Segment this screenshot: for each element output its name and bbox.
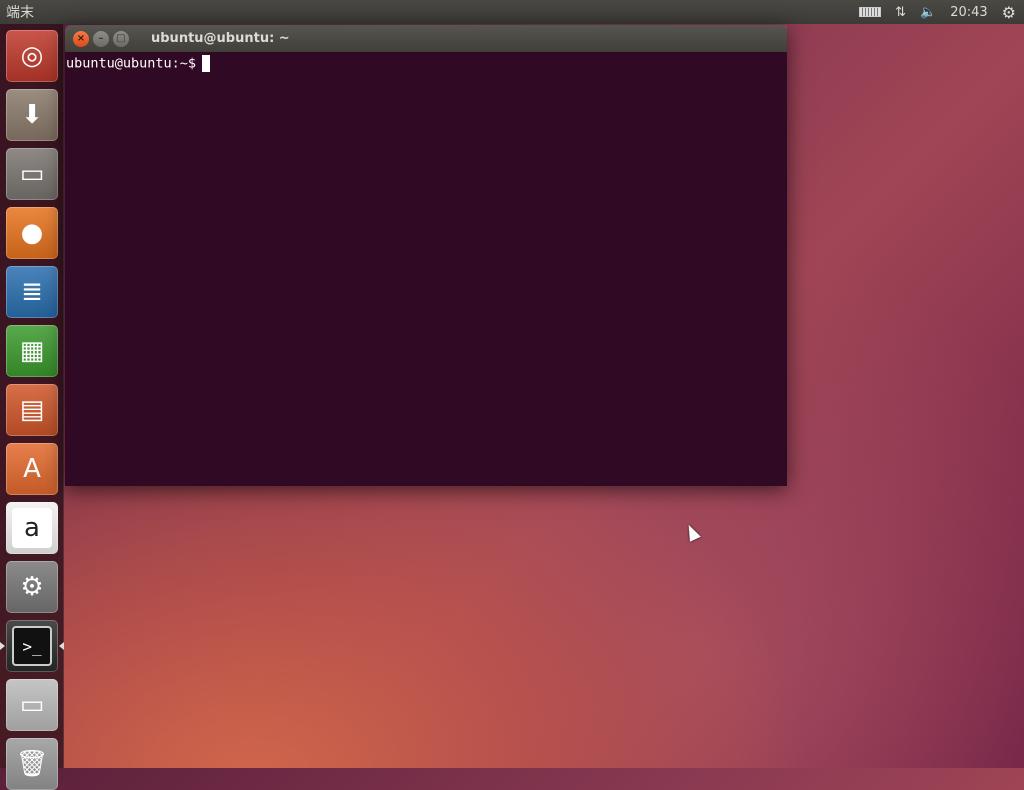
power-gear-icon[interactable]: ⚙ (1002, 3, 1016, 22)
running-indicator (0, 642, 5, 650)
network-icon[interactable]: ⇅ (895, 5, 906, 20)
close-button[interactable]: × (73, 30, 89, 47)
launcher-item-system-settings[interactable]: ⚙ (6, 561, 58, 613)
files-icon: ▭ (19, 159, 45, 189)
firefox-icon: ● (20, 218, 44, 248)
launcher-item-libreoffice-writer[interactable]: ≣ (6, 266, 58, 318)
terminal-icon: >_ (12, 626, 52, 666)
launcher-item-trash[interactable]: 🗑 (6, 738, 58, 790)
libreoffice-calc-icon: ▦ (19, 336, 45, 366)
window-titlebar[interactable]: × – □ ubuntu@ubuntu: ~ (65, 25, 787, 52)
window-title: ubuntu@ubuntu: ~ (151, 31, 290, 46)
launcher: ◎ ⬇ ▭ ● ≣ ▦ ▤ Aa ⚙ >_ ▭ 🗑 (0, 24, 64, 790)
minimize-button[interactable]: – (93, 30, 109, 47)
dash-home-icon: ◎ (20, 41, 44, 71)
trash-icon: 🗑 (15, 749, 49, 779)
libreoffice-writer-icon: ≣ (21, 277, 43, 307)
keyboard-icon[interactable] (859, 7, 882, 17)
terminal-window: × – □ ubuntu@ubuntu: ~ ubuntu@ubuntu:~$ (65, 25, 787, 486)
focused-indicator (59, 642, 64, 650)
libreoffice-impress-icon: ▤ (19, 395, 45, 425)
launcher-item-drive[interactable]: ▭ (6, 679, 58, 731)
launcher-item-dash-home[interactable]: ◎ (6, 30, 58, 82)
shell-prompt: ubuntu@ubuntu:~$ (66, 55, 197, 72)
system-settings-icon: ⚙ (20, 572, 44, 602)
text-cursor (202, 55, 211, 72)
launcher-item-ubuntu-software-center[interactable]: A (6, 443, 58, 495)
launcher-item-libreoffice-impress[interactable]: ▤ (6, 384, 58, 436)
clock[interactable]: 20:43 (950, 5, 987, 20)
launcher-item-install-ubuntu[interactable]: ⬇ (6, 89, 58, 141)
indicator-tray: ⇅ 🔈 20:43 ⚙ (859, 0, 1024, 24)
ubuntu-software-center-icon: A (23, 454, 41, 484)
amazon-icon: a (12, 508, 52, 548)
launcher-item-libreoffice-calc[interactable]: ▦ (6, 325, 58, 377)
top-panel: 端末 ⇅ 🔈 20:43 ⚙ (0, 0, 1024, 24)
launcher-item-firefox[interactable]: ● (6, 207, 58, 259)
active-app-title: 端末 (6, 5, 34, 21)
maximize-button[interactable]: □ (113, 30, 129, 47)
launcher-item-files[interactable]: ▭ (6, 148, 58, 200)
launcher-item-amazon[interactable]: a (6, 502, 58, 554)
terminal-content[interactable]: ubuntu@ubuntu:~$ (65, 52, 787, 486)
install-ubuntu-icon: ⬇ (21, 100, 43, 130)
launcher-item-terminal[interactable]: >_ (6, 620, 58, 672)
volume-icon[interactable]: 🔈 (920, 5, 936, 20)
drive-icon: ▭ (19, 690, 45, 720)
mouse-pointer-icon (683, 522, 701, 542)
